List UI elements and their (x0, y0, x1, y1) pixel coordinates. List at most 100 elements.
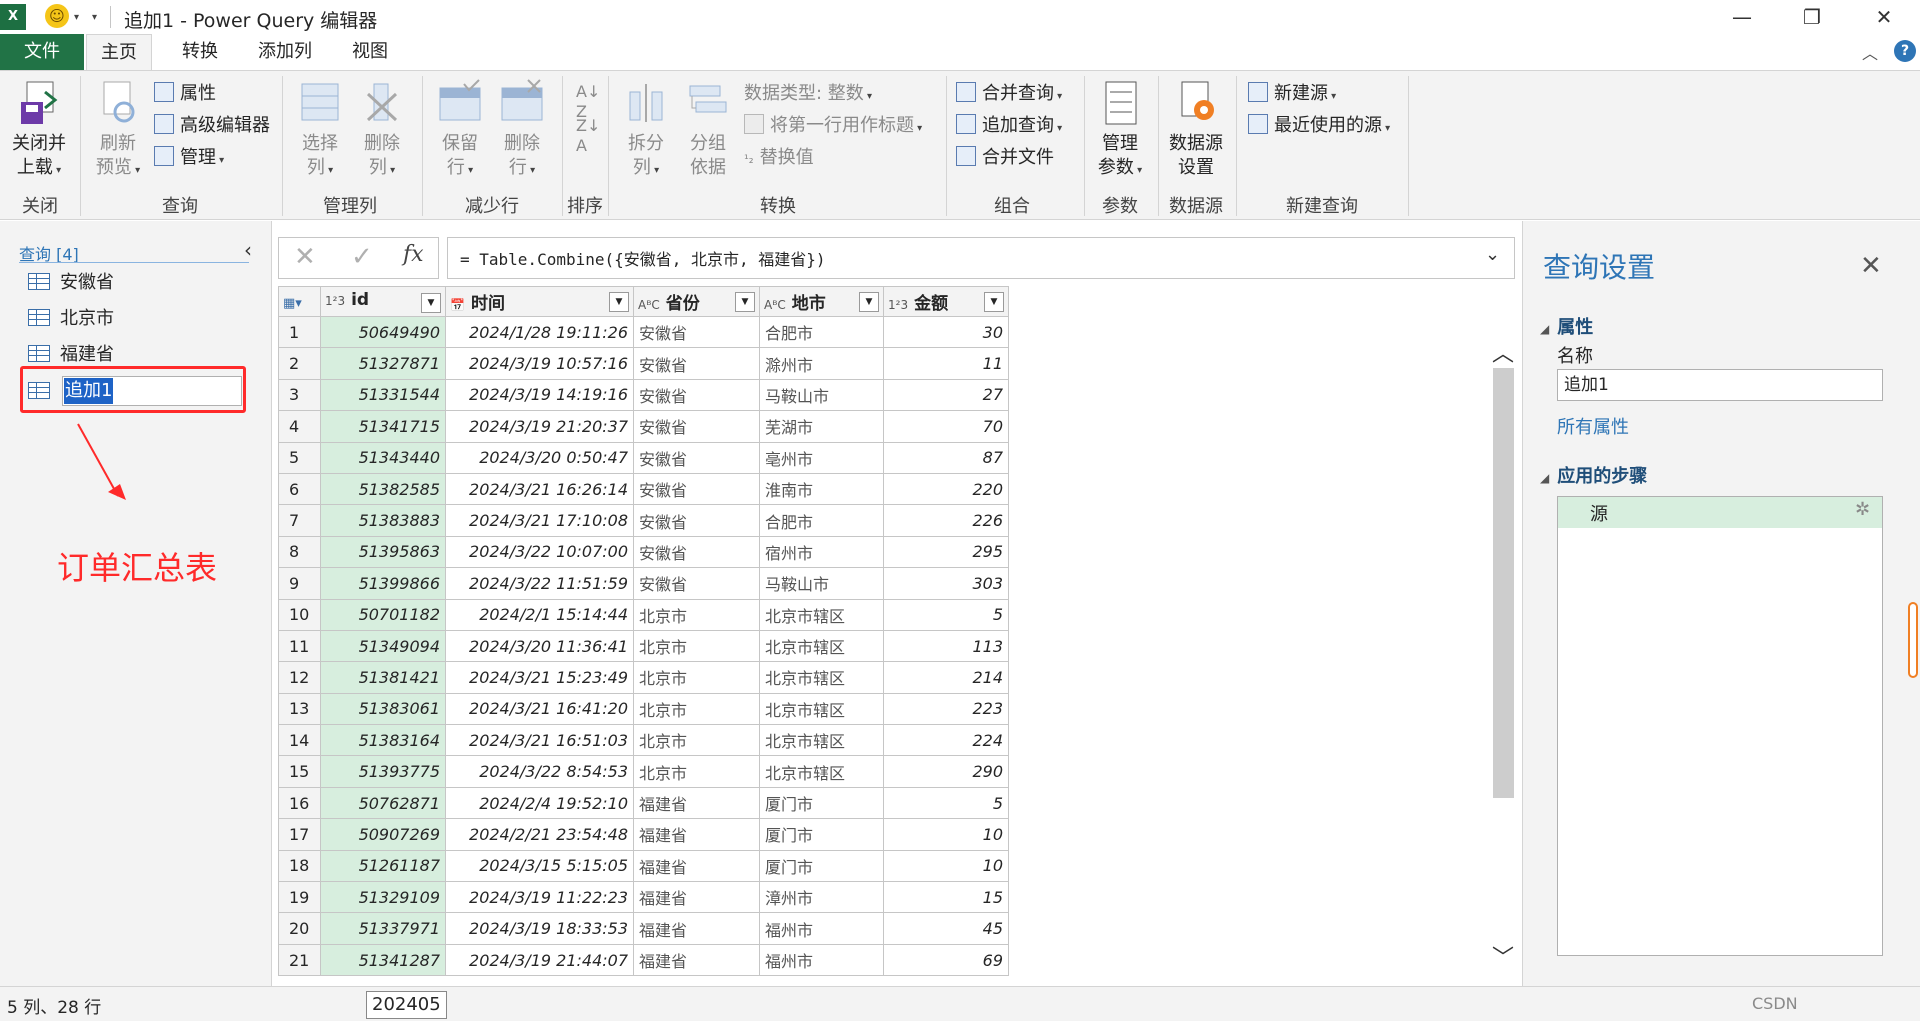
cell-city[interactable]: 北京市辖区 (759, 598, 884, 631)
row-number[interactable]: 18 (278, 849, 321, 883)
cell-province[interactable]: 福建省 (633, 912, 760, 945)
row-number[interactable]: 12 (278, 661, 321, 694)
filter-dropdown-icon[interactable]: ▼ (984, 292, 1004, 312)
cell-time[interactable]: 2024/3/21 16:26:14 (445, 472, 634, 506)
cell-time[interactable]: 2024/3/21 16:51:03 (445, 724, 634, 757)
data-source-settings-button[interactable]: 数据源 设置 (1164, 78, 1228, 180)
cell-amount[interactable]: 290 (883, 755, 1009, 788)
cell-amount[interactable]: 10 (883, 818, 1009, 851)
cell-city[interactable]: 厦门市 (759, 849, 884, 883)
cell-province[interactable]: 福建省 (633, 818, 760, 851)
row-number[interactable]: 14 (278, 724, 321, 757)
cell-amount[interactable]: 27 (883, 378, 1009, 412)
table-row[interactable]: 14 51383164 2024/3/21 16:51:03 北京市 北京市辖区 224 (278, 724, 1009, 757)
table-row[interactable]: 8 51395863 2024/3/22 10:07:00 安徽省 宿州市 295 (278, 535, 1009, 569)
cell-province[interactable]: 福建省 (633, 881, 760, 914)
restore-button[interactable]: ❐ (1784, 2, 1840, 32)
cell-amount[interactable]: 15 (883, 881, 1009, 914)
table-row[interactable]: 2 51327871 2024/3/19 10:57:16 安徽省 滁州市 11 (278, 347, 1009, 380)
row-number[interactable]: 1 (278, 315, 321, 349)
cell-province[interactable]: 福建省 (633, 849, 760, 883)
cell-time[interactable]: 2024/3/19 10:57:16 (445, 347, 634, 380)
query-rename-selected-text[interactable]: 追加1 (64, 378, 114, 404)
quick-access-customize-icon[interactable]: ▾ (92, 12, 97, 23)
smiley-feedback-icon[interactable]: ☺ (45, 4, 69, 28)
cell-id[interactable]: 51381421 (320, 661, 446, 694)
cell-id[interactable]: 51343440 (320, 441, 446, 474)
scroll-down-icon[interactable]: ﹀ (1492, 940, 1514, 972)
cell-amount[interactable]: 70 (883, 410, 1009, 443)
cell-amount[interactable]: 226 (883, 504, 1009, 537)
query-item-beijing[interactable]: 北京市 (28, 304, 114, 334)
filter-dropdown-icon[interactable]: ▼ (859, 292, 879, 312)
row-number[interactable]: 17 (278, 818, 321, 851)
table-row[interactable]: 3 51331544 2024/3/19 14:19:16 安徽省 马鞍山市 27 (278, 378, 1009, 412)
cell-id[interactable]: 51382585 (320, 472, 446, 506)
append-queries-button[interactable]: 追加查询 ▾ (956, 112, 1062, 140)
row-number[interactable]: 8 (278, 535, 321, 569)
column-header-id[interactable]: 1²3 id ▼ (320, 286, 446, 317)
cell-city[interactable]: 滁州市 (759, 347, 884, 380)
cell-id[interactable]: 51383883 (320, 504, 446, 537)
cell-province[interactable]: 安徽省 (633, 315, 760, 349)
row-number[interactable]: 3 (278, 378, 321, 412)
cell-time[interactable]: 2024/2/21 23:54:48 (445, 818, 634, 851)
cell-province[interactable]: 北京市 (633, 598, 760, 631)
refresh-preview-button[interactable]: 刷新 预览 ▾ (88, 78, 148, 183)
filter-dropdown-icon[interactable]: ▼ (609, 292, 629, 312)
cell-city[interactable]: 芜湖市 (759, 410, 884, 443)
properties-button[interactable]: 属性 (154, 80, 216, 108)
filter-dropdown-icon[interactable]: ▼ (735, 292, 755, 312)
cell-amount[interactable]: 220 (883, 472, 1009, 506)
all-properties-link[interactable]: 所有属性 (1557, 413, 1629, 439)
text-type-icon[interactable]: AᴮC (764, 298, 786, 312)
cell-city[interactable]: 亳州市 (759, 441, 884, 474)
close-settings-icon[interactable]: ✕ (1860, 251, 1882, 281)
applied-step-label[interactable]: 源 (1590, 500, 1608, 526)
cell-province[interactable]: 北京市 (633, 724, 760, 757)
cell-id[interactable]: 51393775 (320, 755, 446, 788)
manage-parameters-button[interactable]: 管理 参数 ▾ (1090, 78, 1150, 183)
cell-time[interactable]: 2024/3/21 16:41:20 (445, 692, 634, 726)
row-number[interactable]: 6 (278, 472, 321, 506)
table-row[interactable]: 21 51341287 2024/3/19 21:44:07 福建省 福州市 69 (278, 943, 1009, 977)
cell-city[interactable]: 马鞍山市 (759, 378, 884, 412)
properties-section-header[interactable]: ◢ 属性 (1540, 313, 1593, 339)
fx-icon[interactable]: fx (403, 242, 424, 267)
cell-time[interactable]: 2024/3/19 14:19:16 (445, 378, 634, 412)
row-number[interactable]: 11 (278, 629, 321, 663)
row-number[interactable]: 16 (278, 786, 321, 820)
cell-province[interactable]: 福建省 (633, 943, 760, 977)
table-row[interactable]: 11 51349094 2024/3/20 11:36:41 北京市 北京市辖区 113 (278, 629, 1009, 663)
cell-amount[interactable]: 87 (883, 441, 1009, 474)
settings-scrollbar[interactable] (1908, 602, 1918, 678)
cell-time[interactable]: 2024/3/19 21:20:37 (445, 410, 634, 443)
row-number[interactable]: 20 (278, 912, 321, 945)
cell-city[interactable]: 福州市 (759, 943, 884, 977)
help-icon[interactable]: ? (1894, 40, 1916, 62)
cell-city[interactable]: 合肥市 (759, 315, 884, 349)
table-menu-header[interactable]: ▦▾ (278, 286, 321, 317)
cell-time[interactable]: 2024/3/20 11:36:41 (445, 629, 634, 663)
collapse-pane-icon[interactable]: ‹ (244, 238, 252, 262)
row-number[interactable]: 21 (278, 943, 321, 977)
table-row[interactable]: 10 50701182 2024/2/1 15:14:44 北京市 北京市辖区 5 (278, 598, 1009, 631)
cell-id[interactable]: 51327871 (320, 347, 446, 380)
cell-province[interactable]: 安徽省 (633, 378, 760, 412)
row-number[interactable]: 7 (278, 504, 321, 537)
minimize-button[interactable]: — (1714, 2, 1770, 32)
cell-amount[interactable]: 11 (883, 347, 1009, 380)
choose-columns-button[interactable]: 选择 列 ▾ (290, 78, 350, 183)
row-number[interactable]: 5 (278, 441, 321, 474)
cell-amount[interactable]: 303 (883, 567, 1009, 600)
vertical-scrollbar-thumb[interactable] (1493, 368, 1514, 798)
table-row[interactable]: 4 51341715 2024/3/19 21:20:37 安徽省 芜湖市 70 (278, 410, 1009, 443)
cell-id[interactable]: 51341715 (320, 410, 446, 443)
table-row[interactable]: 1 50649490 2024/1/28 19:11:26 安徽省 合肥市 30 (278, 315, 1009, 349)
row-number[interactable]: 15 (278, 755, 321, 788)
cell-time[interactable]: 2024/3/21 15:23:49 (445, 661, 634, 694)
new-source-button[interactable]: 新建源 ▾ (1248, 80, 1336, 108)
cell-id[interactable]: 51395863 (320, 535, 446, 569)
cell-amount[interactable]: 5 (883, 786, 1009, 820)
cell-amount[interactable]: 295 (883, 535, 1009, 569)
